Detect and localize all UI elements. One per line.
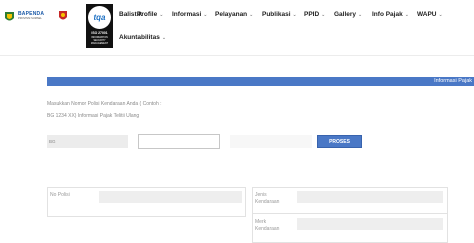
- nav-akuntabilitas[interactable]: Akuntabilitas ⌄: [119, 34, 166, 41]
- nav-profile[interactable]: Profile ⌄: [137, 11, 163, 18]
- chevron-down-icon: ⌄: [358, 12, 363, 18]
- label-jenis-kendaraan: Jenis Kendaraan: [255, 192, 280, 205]
- label-merk-kendaraan: Merk Kendaraan: [255, 219, 280, 232]
- row-divider: [252, 213, 448, 214]
- nav-publikasi[interactable]: Publikasi ⌄: [262, 11, 297, 18]
- nav-gallery[interactable]: Gallery ⌄: [334, 11, 362, 18]
- label-no-polisi: No Polisi: [50, 192, 70, 198]
- value-jenis-kendaraan: [297, 191, 443, 203]
- plate-suffix-input[interactable]: [230, 135, 312, 148]
- nav-informasi[interactable]: Informasi ⌄: [172, 11, 207, 18]
- chevron-down-icon: ⌄: [292, 12, 297, 18]
- input-hint-line1: Masukkan Nomor Polisi Kendaraan Anda ( C…: [47, 101, 162, 107]
- value-merk-kendaraan: [297, 218, 443, 230]
- iso-certification-badge: tqa ISO 27001 INFORMATION SECURITY MANAG…: [86, 4, 113, 48]
- chevron-down-icon: ⌄: [161, 35, 167, 41]
- nav-ppid[interactable]: PPID ⌄: [304, 11, 325, 18]
- section-title: Informasi Pajak: [434, 78, 472, 84]
- chevron-down-icon: ⌄: [159, 12, 164, 18]
- nav-wapu[interactable]: WAPU ⌄: [417, 11, 443, 18]
- chevron-down-icon: ⌄: [438, 12, 443, 18]
- plate-number-input[interactable]: [138, 134, 220, 149]
- value-no-polisi: [99, 191, 242, 203]
- input-hint-line2: BG 1234 XX) Informasi Pajak Telitii Ulan…: [47, 113, 140, 119]
- bapenda-emblem-icon[interactable]: [4, 11, 15, 23]
- plate-prefix-field[interactable]: BG: [47, 135, 128, 148]
- chevron-down-icon: ⌄: [321, 12, 326, 18]
- chevron-down-icon: ⌄: [404, 12, 409, 18]
- nav-info-pajak[interactable]: Info Pajak ⌄: [372, 11, 409, 18]
- nav-pelayanan[interactable]: Pelayanan ⌄: [215, 11, 253, 18]
- tqa-logo-icon: tqa: [88, 6, 111, 29]
- chevron-down-icon: ⌄: [203, 12, 208, 18]
- proses-button[interactable]: PROSES: [317, 135, 362, 148]
- section-title-bar: Informasi Pajak: [47, 77, 474, 86]
- site-header: BAPENDA PROVINSI SUMSEL tqa ISO 27001 IN…: [0, 0, 474, 56]
- chevron-down-icon: ⌄: [249, 12, 254, 18]
- site-logo[interactable]: BAPENDA PROVINSI SUMSEL: [18, 11, 56, 20]
- province-emblem-icon: [59, 11, 67, 20]
